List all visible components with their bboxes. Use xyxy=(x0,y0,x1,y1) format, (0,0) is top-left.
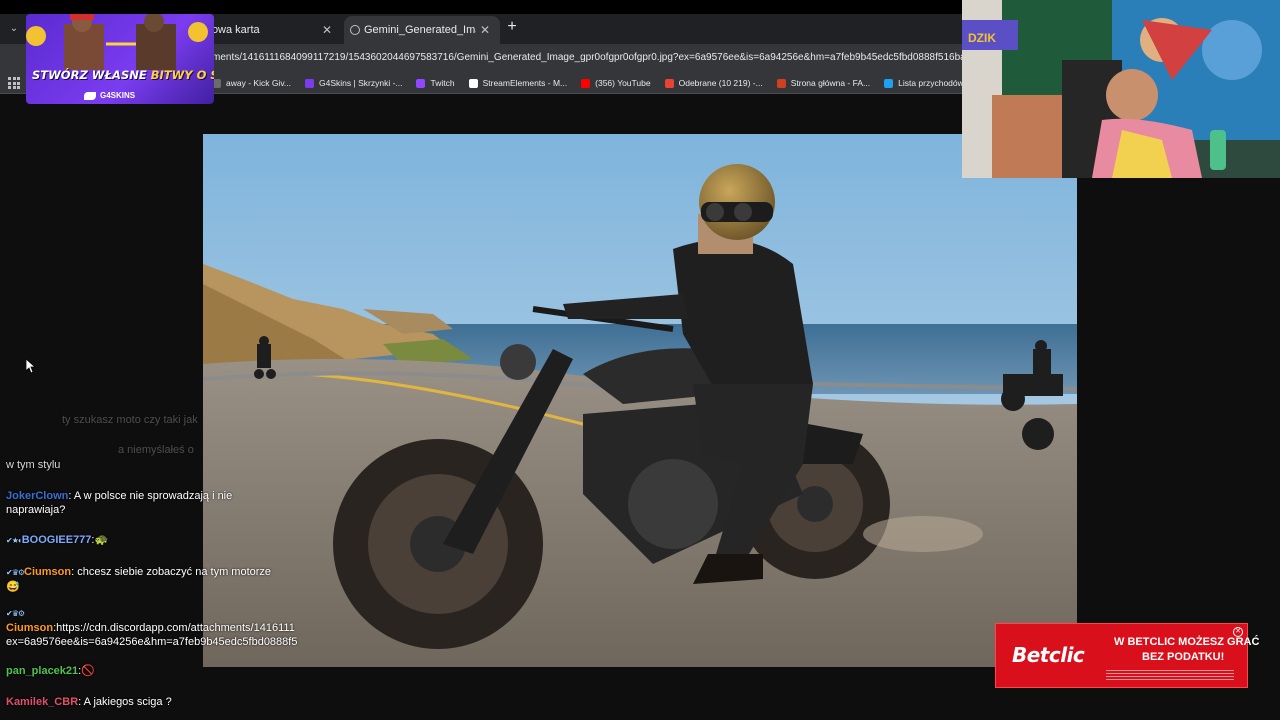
bookmark-item[interactable]: StreamElements - M... xyxy=(468,78,568,88)
tab-gemini-image[interactable]: Gemini_Generated_Image_gpr0 ✕ xyxy=(344,16,500,44)
globe-icon xyxy=(350,25,360,35)
tab-label: Gemini_Generated_Image_gpr0 xyxy=(364,24,476,36)
bookmark-item[interactable]: (356) YouTube xyxy=(581,78,651,88)
mouse-cursor-icon xyxy=(25,358,37,378)
bookmark-label: StreamElements - M... xyxy=(482,78,568,88)
tab-search-chevron-icon[interactable]: ⌄ xyxy=(6,22,22,36)
chat-message: pan_placek21:🚫 xyxy=(6,665,95,677)
tab-close-icon[interactable]: ✕ xyxy=(322,16,332,44)
fighters-illustration xyxy=(26,14,208,70)
new-tab-plus-icon[interactable]: + xyxy=(504,18,520,36)
bookmark-label: (356) YouTube xyxy=(595,78,651,88)
bookmark-label: Strona główna - FA... xyxy=(790,78,871,88)
bookmark-favicon-icon xyxy=(581,78,591,88)
bookmark-item[interactable]: G4Skins | Skrzynki -... xyxy=(305,78,402,88)
chat-message: Kamilek_CBR: A jakiegos sciga ? xyxy=(6,696,172,708)
g4skins-logo: G4SKINS xyxy=(84,91,135,100)
chat-username[interactable]: JokerClown xyxy=(6,490,68,502)
g4skins-sponsor-banner: STWÓRZ WŁASNE BITWY O SKINY! G4SKINS xyxy=(26,14,214,104)
tab-close-icon[interactable]: ✕ xyxy=(480,16,490,44)
chat-message: ✔★◐BOOGIEE777:🐢 xyxy=(6,534,109,546)
chat-message: a niemyślałeś o xyxy=(118,444,194,456)
stream-chat: ty szukasz moto czy taki jak a niemyślał… xyxy=(0,405,320,720)
bookmark-favicon-icon xyxy=(468,78,478,88)
close-icon[interactable]: ✕ xyxy=(1233,627,1243,637)
bookmark-label: G4Skins | Skrzynki -... xyxy=(319,78,403,88)
bookmark-label: Twitch xyxy=(430,78,455,88)
chat-username[interactable]: BOOGIEE777 xyxy=(22,534,92,546)
bookmark-item[interactable]: Twitch xyxy=(416,78,455,88)
bookmark-list: away - Kick Giv... G4Skins | Skrzynki -..… xyxy=(212,72,1044,94)
chat-message: ✔♛⚙Ciumson: chcesz siebie zobaczyć na ty… xyxy=(6,566,272,593)
bookmark-item[interactable]: Strona główna - FA... xyxy=(776,78,871,88)
chat-badges: ✔♛⚙ xyxy=(6,568,25,577)
bookmark-item[interactable]: Lista przychodów xyxy=(884,78,964,88)
chat-username[interactable]: pan_placek21 xyxy=(6,665,78,677)
motorcycle-photo xyxy=(203,134,1077,667)
ad-fine-print xyxy=(1106,670,1234,682)
chat-badges: ✔★◐ xyxy=(6,536,23,545)
bookmark-favicon-icon xyxy=(884,78,894,88)
sponsor-headline: STWÓRZ WŁASNE BITWY O SKINY! xyxy=(32,68,214,82)
chat-message: w tym stylu xyxy=(6,459,61,471)
chat-link[interactable]: https://cdn.discordapp.com/attachments/1… xyxy=(56,622,295,634)
bookmark-label: Odebrane (10 219) -... xyxy=(678,78,763,88)
chat-username[interactable]: Ciumson xyxy=(24,566,71,578)
bookmark-label: away - Kick Giv... xyxy=(226,78,292,88)
bookmark-favicon-icon xyxy=(664,78,674,88)
chat-message: ✔♛⚙ Ciumson:https://cdn.discordapp.com/a… xyxy=(6,609,298,648)
bookmark-item[interactable]: Odebrane (10 219) -... xyxy=(664,78,763,88)
betclic-logo: Betclic xyxy=(1012,643,1085,667)
chat-message: ty szukasz moto czy taki jak xyxy=(62,414,198,426)
chat-message: JokerClown: A w polsce nie sprowadzają i… xyxy=(6,490,233,516)
webcam-feed: DZIK xyxy=(962,0,1280,178)
url-field[interactable]: ments/1416111684099117219/15436020446975… xyxy=(212,52,962,66)
bookmark-favicon-icon xyxy=(776,78,786,88)
bookmark-item[interactable]: away - Kick Giv... xyxy=(212,78,291,88)
bookmark-favicon-icon xyxy=(305,78,315,88)
ad-slogan-line1: W BETCLIC MOŻESZ GRAĆ xyxy=(1114,636,1260,648)
chat-badges: ✔♛⚙ xyxy=(6,609,25,618)
screen: ⌄ Nowa karta ✕ Gemini_Generated_Image_gp… xyxy=(0,0,1280,720)
chat-username[interactable]: Kamilek_CBR xyxy=(6,696,78,708)
chat-username[interactable]: Ciumson xyxy=(6,622,53,634)
bookmark-label: Lista przychodów xyxy=(898,78,964,88)
ad-slogan-line2: BEZ PODATKU! xyxy=(1142,651,1225,663)
svg-text:DZIK: DZIK xyxy=(968,31,996,45)
betclic-ad[interactable]: Betclic W BETCLIC MOŻESZ GRAĆ BEZ PODATK… xyxy=(995,623,1259,688)
bookmark-favicon-icon xyxy=(416,78,426,88)
g4skins-logo-icon xyxy=(84,91,96,100)
apps-grid-icon[interactable] xyxy=(8,77,20,89)
tab-new-tab[interactable]: Nowa karta ✕ xyxy=(196,16,342,44)
